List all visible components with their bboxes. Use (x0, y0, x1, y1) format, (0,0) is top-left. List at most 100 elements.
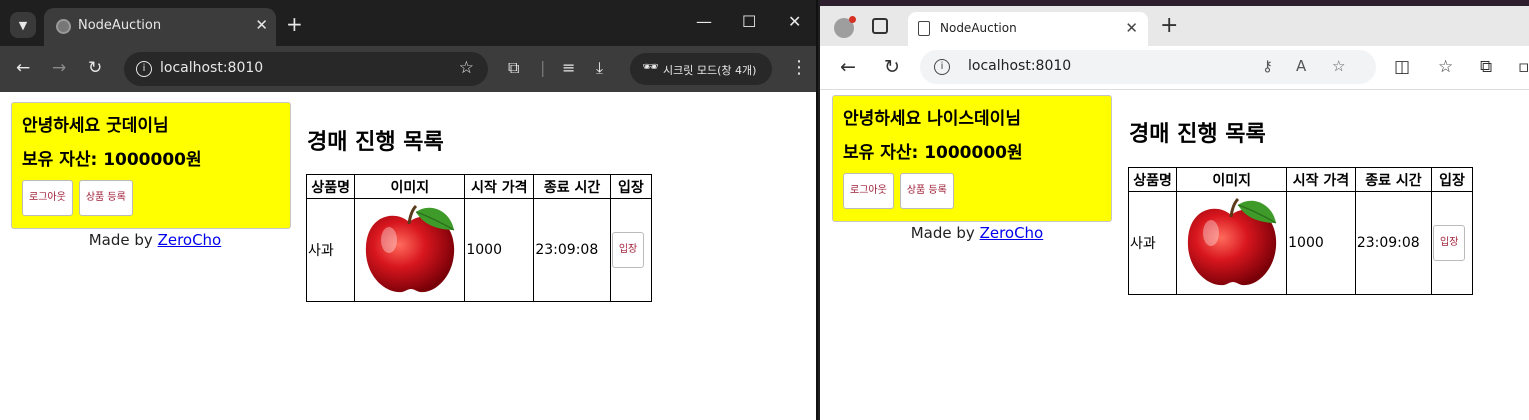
col-header-end-time: 종료 시간 (533, 174, 611, 199)
edge-page-content: 안녕하세요 나이스데이님 보유 자산: 1000000원 로그아웃 상품 등록 … (820, 90, 1529, 420)
cell-end-time: 23:09:08 (533, 198, 611, 302)
greeting-text: 안녕하세요 굿데이님 (22, 116, 169, 136)
chrome-tab-title: NodeAuction (78, 18, 162, 33)
greeting-text: 안녕하세요 나이스데이님 (843, 109, 1021, 129)
collections-icon[interactable]: ⧉ (1480, 57, 1492, 77)
site-info-icon[interactable]: i (934, 59, 950, 75)
favorite-star-icon[interactable]: ☆ (1332, 57, 1345, 75)
apple-image (366, 204, 455, 293)
notification-dot (849, 16, 856, 23)
made-by-footer: Made by ZeroCho (837, 224, 1117, 242)
chrome-toolbar: ← → ↻ i localhost:8010 ☆ ⧉ | ≡ ⤓ 🕶 시크릿 모… (0, 46, 816, 92)
split-screen-icon[interactable]: ◫ (1394, 57, 1410, 77)
edge-address-bar[interactable]: i localhost:8010 ⚷ A ☆ (920, 50, 1376, 84)
col-header-start-price: 시작 가격 (1286, 167, 1356, 192)
made-by-footer: Made by ZeroCho (15, 231, 295, 249)
chrome-address-bar[interactable]: i localhost:8010 ☆ (124, 52, 488, 86)
reload-icon[interactable]: ↻ (88, 58, 102, 78)
table-header-row: 상품명 이미지 시작 가격 종료 시간 입장 (305, 174, 653, 199)
col-header-image: 이미지 (354, 174, 466, 199)
read-aloud-icon[interactable]: A (1296, 57, 1306, 75)
made-by-prefix: Made by (910, 224, 980, 242)
cell-good-name: 사과 (305, 198, 356, 302)
chrome-window: ▼ NodeAuction ✕ + — ☐ ✕ ← → ↻ i localhos… (0, 0, 818, 420)
back-arrow-icon[interactable]: ← (840, 56, 856, 78)
edge-tab-nodeauction[interactable]: NodeAuction ✕ (908, 12, 1148, 46)
edge-tab-title: NodeAuction (940, 21, 1017, 35)
money-text: 보유 자산: 1000000원 (843, 143, 1023, 163)
col-header-end-time: 종료 시간 (1354, 167, 1433, 192)
tab-actions-icon[interactable] (872, 18, 888, 34)
table-row: 사과 1000 23:09:08 입장 (305, 198, 653, 302)
screen: ▼ NodeAuction ✕ + — ☐ ✕ ← → ↻ i localhos… (0, 0, 1529, 420)
zerocho-link[interactable]: ZeroCho (980, 224, 1044, 242)
document-icon (918, 21, 930, 36)
cell-enter: 입장 (609, 198, 653, 302)
new-tab-plus-icon[interactable]: + (286, 12, 303, 36)
auction-table: 상품명 이미지 시작 가격 종료 시간 입장 사과 1000 23:09:08 … (305, 174, 653, 302)
cell-start-price: 1000 (1286, 191, 1356, 295)
user-info-box: 안녕하세요 굿데이님 보유 자산: 1000000원 로그아웃 상품 등록 (11, 102, 291, 229)
globe-icon (56, 19, 71, 34)
cell-enter: 입장 (1431, 191, 1473, 295)
cell-end-time: 23:09:08 (1354, 191, 1433, 295)
reload-icon[interactable]: ↻ (884, 56, 900, 78)
maximize-icon[interactable]: ☐ (742, 12, 756, 31)
chrome-tab-nodeauction[interactable]: NodeAuction ✕ (44, 8, 276, 46)
cell-good-name: 사과 (1127, 191, 1178, 295)
cell-good-image (1176, 191, 1288, 295)
edge-window: NodeAuction ✕ + ← ↻ i localhost:8010 ⚷ A… (820, 0, 1529, 420)
more-icon[interactable]: ▫ (1518, 57, 1529, 77)
cell-good-image (354, 198, 466, 302)
money-text: 보유 자산: 1000000원 (22, 150, 202, 170)
window-close-icon[interactable]: ✕ (788, 12, 801, 31)
edge-toolbar: ← ↻ i localhost:8010 ⚷ A ☆ ◫ ☆ ⧉ ▫ (820, 46, 1529, 90)
incognito-label: 시크릿 모드(창 4개) (663, 64, 757, 77)
chrome-tabstrip: ▼ NodeAuction ✕ + — ☐ ✕ (0, 0, 816, 46)
apple-image (1188, 197, 1277, 286)
auction-list-title: 경매 진행 목록 (1129, 122, 1266, 147)
back-arrow-icon[interactable]: ← (16, 58, 30, 78)
incognito-indicator[interactable]: 🕶 시크릿 모드(창 4개) (630, 53, 772, 85)
incognito-icon: 🕶 (642, 60, 659, 75)
col-header-name: 상품명 (305, 174, 356, 199)
col-header-name: 상품명 (1127, 167, 1178, 192)
logout-button[interactable]: 로그아웃 (22, 180, 73, 216)
col-header-start-price: 시작 가격 (464, 174, 535, 199)
bookmark-star-icon[interactable]: ☆ (459, 58, 474, 78)
col-header-enter: 입장 (1431, 167, 1473, 192)
enter-button[interactable]: 입장 (611, 232, 645, 268)
chrome-menu-kebab-icon[interactable]: ⋮ (790, 58, 808, 78)
zerocho-link[interactable]: ZeroCho (158, 231, 222, 249)
site-info-icon[interactable]: i (136, 61, 152, 77)
made-by-prefix: Made by (88, 231, 158, 249)
favorites-icon[interactable]: ☆ (1438, 57, 1453, 77)
cell-start-price: 1000 (464, 198, 535, 302)
auction-table: 상품명 이미지 시작 가격 종료 시간 입장 사과 1000 23:09:08 … (1127, 167, 1473, 295)
table-header-row: 상품명 이미지 시작 가격 종료 시간 입장 (1127, 167, 1473, 192)
minimize-icon[interactable]: — (696, 12, 712, 31)
edge-tabstrip: NodeAuction ✕ + (820, 6, 1529, 46)
col-header-enter: 입장 (609, 174, 653, 199)
logout-button[interactable]: 로그아웃 (843, 173, 894, 209)
close-tab-icon[interactable]: ✕ (255, 16, 268, 34)
new-tab-plus-icon[interactable]: + (1160, 14, 1178, 38)
extensions-puzzle-icon[interactable]: ⧉ (508, 58, 519, 78)
profile-avatar-icon[interactable] (834, 16, 856, 38)
forward-arrow-icon[interactable]: → (52, 58, 66, 78)
user-info-box: 안녕하세요 나이스데이님 보유 자산: 1000000원 로그아웃 상품 등록 (832, 95, 1112, 222)
table-row: 사과 1000 23:09:08 입장 (1127, 191, 1473, 295)
col-header-image: 이미지 (1176, 167, 1288, 192)
register-good-button[interactable]: 상품 등록 (78, 180, 133, 216)
chrome-url-text: localhost:8010 (160, 60, 264, 76)
auction-list-title: 경매 진행 목록 (307, 130, 444, 155)
toolbar-divider: | (540, 58, 546, 77)
media-control-icon[interactable]: ≡ (562, 58, 575, 78)
register-good-button[interactable]: 상품 등록 (899, 173, 954, 209)
tab-search-chevron-icon[interactable]: ▼ (10, 12, 36, 38)
download-icon[interactable]: ⤓ (596, 58, 603, 78)
edge-url-text: localhost:8010 (968, 58, 1072, 74)
enter-button[interactable]: 입장 (1433, 225, 1466, 261)
key-icon[interactable]: ⚷ (1262, 57, 1273, 75)
close-tab-icon[interactable]: ✕ (1125, 19, 1138, 37)
